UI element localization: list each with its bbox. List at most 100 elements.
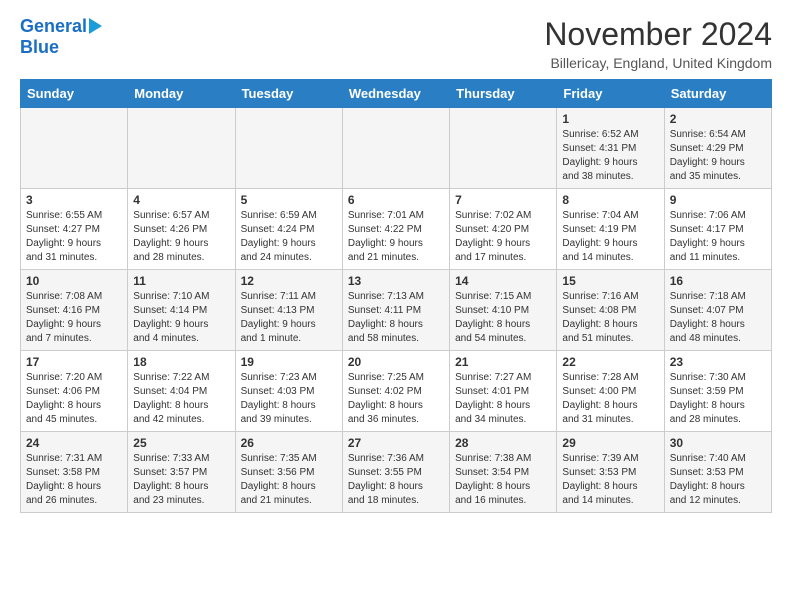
calendar-cell: 27 Sunrise: 7:36 AMSunset: 3:55 PMDayligh… [342, 432, 449, 513]
calendar-cell: 22Sunrise: 7:28 AMSunset: 4:00 PMDayligh… [557, 351, 664, 432]
calendar-cell: 20Sunrise: 7:25 AMSunset: 4:02 PMDayligh… [342, 351, 449, 432]
day-number: 18 [133, 355, 229, 369]
calendar-cell: 11Sunrise: 7:10 AMSunset: 4:14 PMDayligh… [128, 270, 235, 351]
day-number: 14 [455, 274, 551, 288]
weekday-header: Saturday [664, 80, 771, 108]
day-info: Sunrise: 6:59 AMSunset: 4:24 PMDaylight:… [241, 209, 337, 265]
calendar-cell [128, 108, 235, 189]
day-info: Sunrise: 7:39 AMSunset: 3:53 PMDaylight:… [562, 452, 658, 508]
calendar-cell: 21 Sunrise: 7:27 AMSunset: 4:01 PMDayligh… [450, 351, 557, 432]
calendar-cell: 14 Sunrise: 7:15 AMSunset: 4:10 PMDayligh… [450, 270, 557, 351]
day-number: 6 [348, 193, 444, 207]
day-number: 16 [670, 274, 766, 288]
weekday-header: Friday [557, 80, 664, 108]
calendar-cell: 23 Sunrise: 7:30 AMSunset: 3:59 PMDayligh… [664, 351, 771, 432]
calendar-cell: 1 Sunrise: 6:52 AMSunset: 4:31 PMDaylight… [557, 108, 664, 189]
day-info: Sunrise: 7:20 AMSunset: 4:06 PMDaylight:… [26, 371, 122, 427]
calendar-cell: 24Sunrise: 7:31 AMSunset: 3:58 PMDayligh… [21, 432, 128, 513]
day-number: 15 [562, 274, 658, 288]
day-number: 4 [133, 193, 229, 207]
location: Billericay, England, United Kingdom [544, 55, 772, 71]
day-info: Sunrise: 6:55 AMSunset: 4:27 PMDaylight:… [26, 209, 122, 265]
calendar-cell: 30Sunrise: 7:40 AMSunset: 3:53 PMDayligh… [664, 432, 771, 513]
logo-text: General [20, 16, 87, 37]
weekday-header: Monday [128, 80, 235, 108]
day-number: 26 [241, 436, 337, 450]
calendar-cell: 2Sunrise: 6:54 AMSunset: 4:29 PMDaylight… [664, 108, 771, 189]
calendar-cell: 8 Sunrise: 7:04 AMSunset: 4:19 PMDaylight… [557, 189, 664, 270]
day-info: Sunrise: 7:35 AMSunset: 3:56 PMDaylight:… [241, 452, 337, 508]
calendar-cell: 29 Sunrise: 7:39 AMSunset: 3:53 PMDayligh… [557, 432, 664, 513]
weekday-header: Tuesday [235, 80, 342, 108]
calendar-cell: 4Sunrise: 6:57 AMSunset: 4:26 PMDaylight… [128, 189, 235, 270]
calendar-table: SundayMondayTuesdayWednesdayThursdayFrid… [20, 79, 772, 513]
day-number: 25 [133, 436, 229, 450]
day-number: 29 [562, 436, 658, 450]
calendar-cell: 6 Sunrise: 7:01 AMSunset: 4:22 PMDaylight… [342, 189, 449, 270]
day-number: 7 [455, 193, 551, 207]
day-number: 12 [241, 274, 337, 288]
calendar-week-row: 3Sunrise: 6:55 AMSunset: 4:27 PMDaylight… [21, 189, 772, 270]
calendar-cell: 5 Sunrise: 6:59 AMSunset: 4:24 PMDaylight… [235, 189, 342, 270]
day-number: 13 [348, 274, 444, 288]
day-info: Sunrise: 7:16 AMSunset: 4:08 PMDaylight:… [562, 290, 658, 346]
day-info: Sunrise: 6:52 AMSunset: 4:31 PMDaylight:… [562, 128, 658, 184]
weekday-header: Wednesday [342, 80, 449, 108]
day-info: Sunrise: 7:25 AMSunset: 4:02 PMDaylight:… [348, 371, 444, 427]
title-section: November 2024 Billericay, England, Unite… [544, 16, 772, 71]
day-info: Sunrise: 7:13 AMSunset: 4:11 PMDaylight:… [348, 290, 444, 346]
day-info: Sunrise: 7:08 AMSunset: 4:16 PMDaylight:… [26, 290, 122, 346]
calendar-cell: 18 Sunrise: 7:22 AMSunset: 4:04 PMDayligh… [128, 351, 235, 432]
day-info: Sunrise: 7:02 AMSunset: 4:20 PMDaylight:… [455, 209, 551, 265]
day-info: Sunrise: 7:40 AMSunset: 3:53 PMDaylight:… [670, 452, 766, 508]
day-number: 22 [562, 355, 658, 369]
day-info: Sunrise: 7:33 AMSunset: 3:57 PMDaylight:… [133, 452, 229, 508]
day-info: Sunrise: 7:27 AMSunset: 4:01 PMDaylight:… [455, 371, 551, 427]
day-info: Sunrise: 7:18 AMSunset: 4:07 PMDaylight:… [670, 290, 766, 346]
day-info: Sunrise: 7:01 AMSunset: 4:22 PMDaylight:… [348, 209, 444, 265]
day-number: 21 [455, 355, 551, 369]
day-info: Sunrise: 7:11 AMSunset: 4:13 PMDaylight:… [241, 290, 337, 346]
day-info: Sunrise: 7:06 AMSunset: 4:17 PMDaylight:… [670, 209, 766, 265]
calendar-cell: 26 Sunrise: 7:35 AMSunset: 3:56 PMDayligh… [235, 432, 342, 513]
calendar-cell: 19 Sunrise: 7:23 AMSunset: 4:03 PMDayligh… [235, 351, 342, 432]
weekday-header: Thursday [450, 80, 557, 108]
day-info: Sunrise: 7:30 AMSunset: 3:59 PMDaylight:… [670, 371, 766, 427]
day-number: 5 [241, 193, 337, 207]
calendar-cell [342, 108, 449, 189]
day-number: 17 [26, 355, 122, 369]
logo: General Blue [20, 16, 102, 58]
day-number: 27 [348, 436, 444, 450]
calendar-cell: 15 Sunrise: 7:16 AMSunset: 4:08 PMDayligh… [557, 270, 664, 351]
calendar-cell: 17 Sunrise: 7:20 AMSunset: 4:06 PMDayligh… [21, 351, 128, 432]
weekday-header: Sunday [21, 80, 128, 108]
day-number: 24 [26, 436, 122, 450]
day-number: 1 [562, 112, 658, 126]
day-number: 19 [241, 355, 337, 369]
day-info: Sunrise: 6:54 AMSunset: 4:29 PMDaylight:… [670, 128, 766, 184]
calendar-cell: 7 Sunrise: 7:02 AMSunset: 4:20 PMDaylight… [450, 189, 557, 270]
calendar-cell: 28Sunrise: 7:38 AMSunset: 3:54 PMDayligh… [450, 432, 557, 513]
day-number: 9 [670, 193, 766, 207]
calendar-cell: 10 Sunrise: 7:08 AMSunset: 4:16 PMDayligh… [21, 270, 128, 351]
day-number: 8 [562, 193, 658, 207]
calendar-week-row: 24Sunrise: 7:31 AMSunset: 3:58 PMDayligh… [21, 432, 772, 513]
calendar-week-row: 1 Sunrise: 6:52 AMSunset: 4:31 PMDaylight… [21, 108, 772, 189]
day-info: Sunrise: 7:10 AMSunset: 4:14 PMDaylight:… [133, 290, 229, 346]
day-info: Sunrise: 7:04 AMSunset: 4:19 PMDaylight:… [562, 209, 658, 265]
calendar-cell [21, 108, 128, 189]
day-number: 28 [455, 436, 551, 450]
day-info: Sunrise: 7:23 AMSunset: 4:03 PMDaylight:… [241, 371, 337, 427]
calendar-cell: 16 Sunrise: 7:18 AMSunset: 4:07 PMDayligh… [664, 270, 771, 351]
calendar-cell [450, 108, 557, 189]
day-info: Sunrise: 7:36 AMSunset: 3:55 PMDaylight:… [348, 452, 444, 508]
calendar-cell: 3Sunrise: 6:55 AMSunset: 4:27 PMDaylight… [21, 189, 128, 270]
day-info: Sunrise: 7:22 AMSunset: 4:04 PMDaylight:… [133, 371, 229, 427]
calendar-cell: 13 Sunrise: 7:13 AMSunset: 4:11 PMDayligh… [342, 270, 449, 351]
calendar-cell [235, 108, 342, 189]
day-number: 10 [26, 274, 122, 288]
page-header: General Blue November 2024 Billericay, E… [20, 16, 772, 71]
calendar-week-row: 10 Sunrise: 7:08 AMSunset: 4:16 PMDayligh… [21, 270, 772, 351]
day-info: Sunrise: 7:15 AMSunset: 4:10 PMDaylight:… [455, 290, 551, 346]
day-number: 23 [670, 355, 766, 369]
